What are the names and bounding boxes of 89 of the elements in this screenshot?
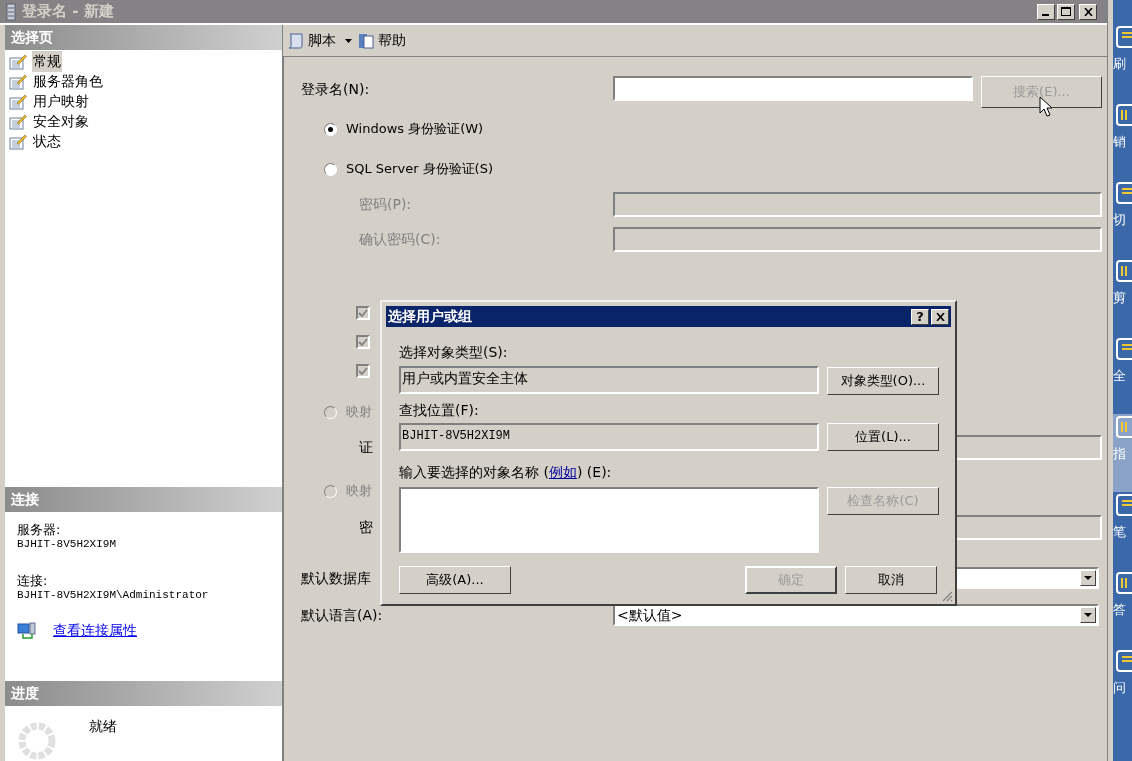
page-icon (9, 133, 27, 150)
close-icon (935, 312, 945, 321)
caret-icon (1084, 576, 1092, 580)
object-type-field: 用户或内置安全主体 (399, 366, 819, 394)
caret-icon (1084, 613, 1092, 617)
maximize-icon (1061, 7, 1071, 16)
location-label: 查找位置(F): (399, 401, 480, 418)
toolbar-icon[interactable] (1113, 258, 1132, 284)
side-toolbar-label[interactable]: 答 (1113, 602, 1126, 618)
caret-icon (345, 38, 353, 43)
help-button[interactable]: 帮助 (357, 28, 406, 53)
section-header: 连接 (5, 487, 282, 512)
object-names-field[interactable] (399, 487, 819, 553)
side-toolbar-label[interactable]: 全 (1113, 368, 1126, 384)
auth-option-label: Windows 身份验证(W) (346, 120, 484, 139)
radio-button[interactable] (324, 122, 337, 136)
login-name-label: 登录名(N): (301, 80, 371, 99)
mapping-option-label: 映射 (346, 482, 372, 501)
toolbar-icon[interactable] (1113, 336, 1132, 362)
login-name-field[interactable] (613, 76, 973, 101)
connection-name: BJHIT-8V5H2XI9M\Administrator (17, 589, 210, 602)
toolbar-icon[interactable] (1113, 648, 1132, 674)
default-language-label: 默认语言(A): (301, 605, 384, 625)
toolbar-icon[interactable] (1113, 102, 1132, 128)
mapping-field-label: 密 (359, 518, 374, 537)
close-icon (1083, 7, 1093, 16)
side-toolbar-label[interactable]: 刷 (1113, 56, 1126, 72)
cancel-button[interactable]: 取消 (845, 566, 937, 594)
document-icon (357, 31, 375, 50)
minimize-button[interactable] (1037, 3, 1055, 20)
section-header: 选择页 (5, 25, 282, 50)
side-toolbar-label[interactable]: 剪 (1113, 290, 1126, 306)
default-language-select[interactable]: <默认值> (613, 604, 1099, 626)
password-label: 确认密码(C): (359, 230, 442, 249)
toolbar-icon[interactable] (1113, 180, 1132, 206)
server-label: 服务器: (17, 522, 62, 538)
side-toolbar-label[interactable]: 笔 (1113, 524, 1126, 540)
locations-button[interactable]: 位置(L)... (827, 423, 939, 451)
advanced-button[interactable]: 高级(A)... (399, 566, 511, 594)
side-toolbar-label[interactable]: 问 (1113, 680, 1126, 696)
server-name: BJHIT-8V5H2XI9M (17, 538, 118, 551)
default-database-label: 默认数据库 (301, 569, 371, 586)
dialog-title: 选择用户或组 (388, 307, 473, 326)
mapping-field-label: 证 (359, 438, 374, 457)
sidebar-item[interactable]: 常规 (32, 51, 62, 73)
page-icon (9, 53, 27, 70)
page-icon (9, 113, 27, 130)
object-types-button[interactable]: 对象类型(O)... (827, 367, 939, 395)
sidebar-item[interactable]: 用户映射 (32, 91, 90, 113)
maximize-button[interactable] (1057, 3, 1075, 20)
object-type-label: 选择对象类型(S): (399, 343, 509, 360)
radio-button[interactable] (324, 484, 337, 498)
object-names-label: 输入要选择的对象名称 (例如) (E): (399, 463, 613, 480)
side-toolbar-label[interactable]: 切 (1113, 212, 1126, 228)
scroll-icon (287, 31, 305, 50)
toolbar-icon[interactable] (1113, 570, 1132, 596)
connection-properties-link[interactable]: 查看连接属性 (53, 620, 137, 641)
progress-status: 就绪 (89, 717, 117, 736)
mapping-option-label: 映射 (346, 403, 372, 422)
connection-label: 连接: (17, 573, 49, 589)
section-header: 进度 (5, 681, 282, 706)
resize-grip-icon (941, 590, 953, 602)
sidebar-item[interactable]: 安全对象 (32, 111, 90, 133)
dropdown-arrow-button[interactable] (1080, 607, 1096, 623)
sidebar-item[interactable]: 状态 (32, 131, 62, 153)
close-button[interactable] (931, 308, 949, 325)
toolbar-icon[interactable] (1113, 492, 1132, 518)
cursor-icon (1039, 96, 1053, 118)
dropdown-arrow-button[interactable] (1080, 570, 1096, 586)
location-field: BJHIT-8V5H2XI9M (399, 423, 819, 451)
page-icon (9, 93, 27, 110)
window-icon (6, 2, 16, 21)
spinner-icon (17, 721, 57, 761)
examples-link[interactable]: 例如 (548, 464, 577, 480)
help-button[interactable]: ? (911, 308, 929, 325)
page-icon (9, 73, 27, 90)
toolbar-icon[interactable] (1113, 24, 1132, 50)
script-dropdown-button[interactable]: 脚本 (287, 28, 353, 53)
minimize-icon (1042, 13, 1050, 17)
side-toolbar-label[interactable]: 销 (1113, 134, 1126, 150)
auth-option-label: SQL Server 身份验证(S) (346, 160, 494, 179)
close-button[interactable] (1079, 3, 1097, 20)
sidebar-item[interactable]: 服务器角色 (32, 71, 104, 93)
radio-button[interactable] (324, 162, 337, 176)
computer-icon (17, 621, 37, 640)
password-label: 密码(P): (359, 195, 413, 214)
radio-button[interactable] (324, 405, 337, 419)
window-title: 登录名 - 新建 (22, 1, 115, 23)
toolbar-icon[interactable] (1113, 414, 1132, 440)
